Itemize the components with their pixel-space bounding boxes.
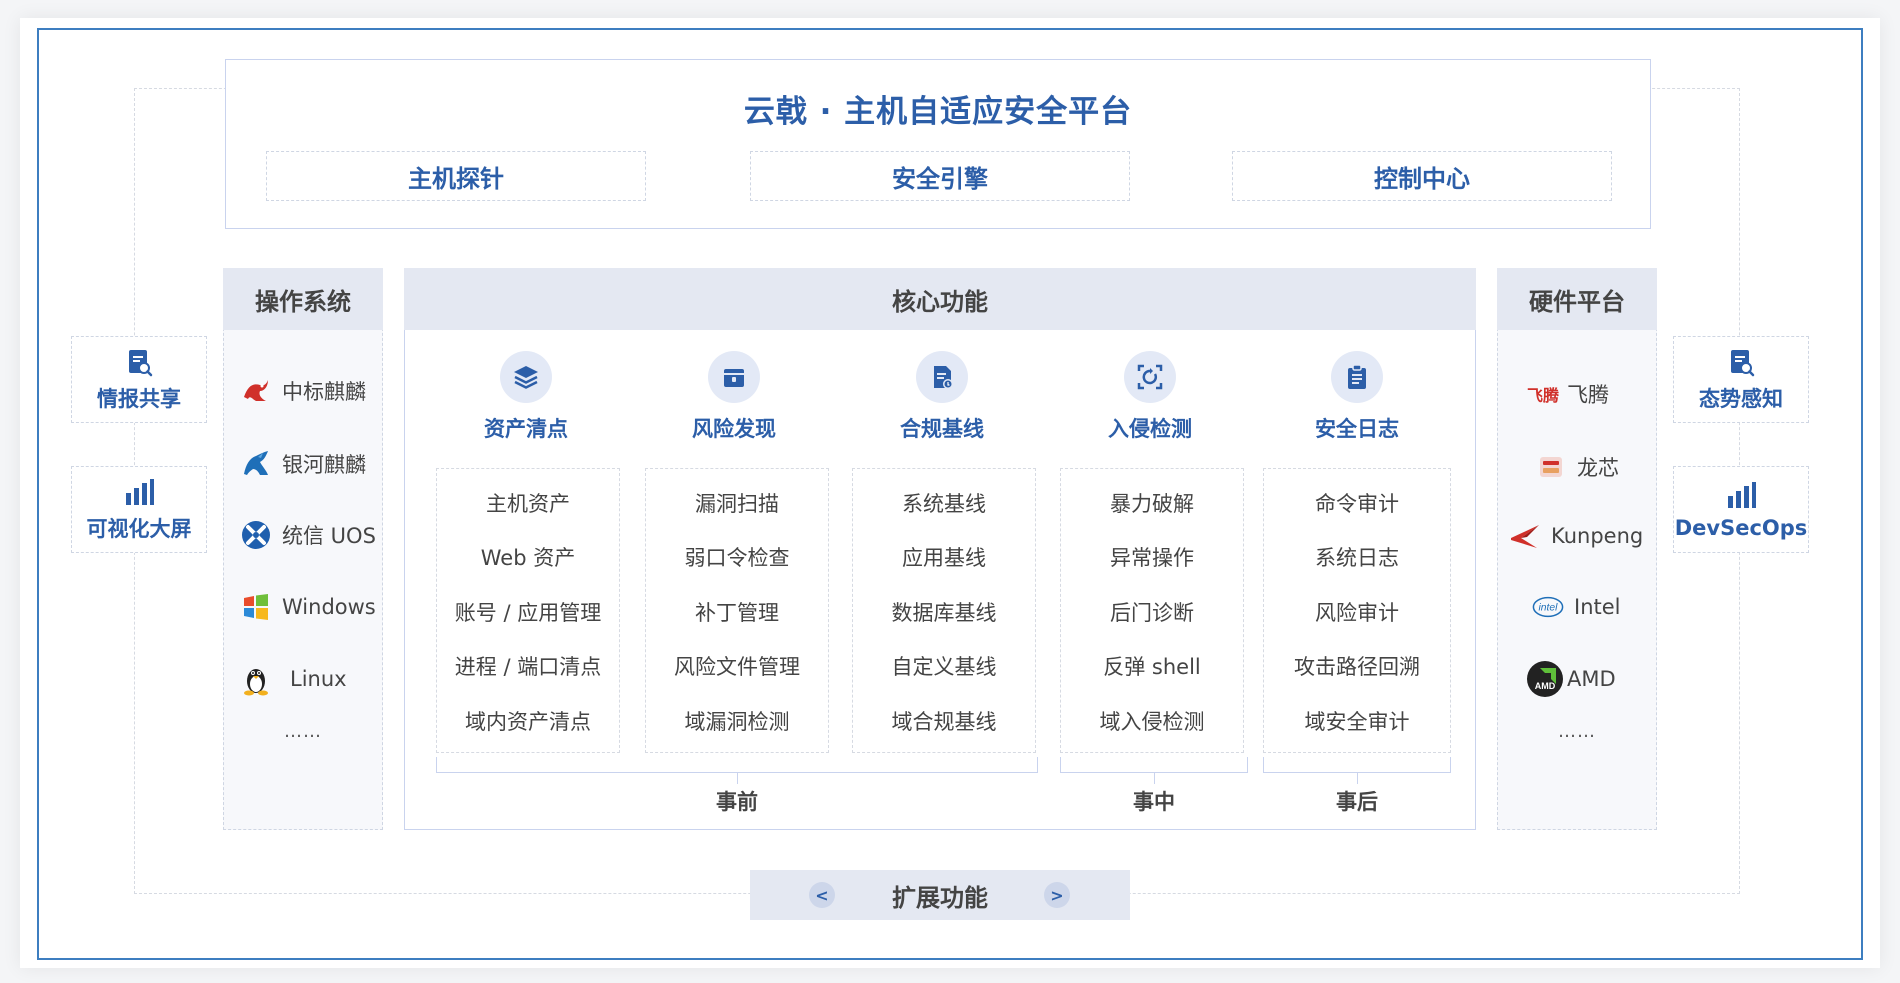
extension-next-button[interactable]: > — [1044, 882, 1070, 908]
os-item-kylin[interactable]: 银河麒麟 — [240, 444, 366, 484]
platform-title: 云戟 · 主机自适应安全平台 — [743, 93, 1133, 130]
feature-item[interactable]: 命令审计 — [1263, 485, 1451, 521]
category-intrusion: 入侵检测 — [1108, 417, 1192, 441]
os-more: …… — [284, 720, 322, 742]
hw-item-intel[interactable]: intel Intel — [1532, 587, 1621, 627]
phase-during: 事中 — [1133, 790, 1175, 814]
uos-icon — [240, 519, 272, 551]
feature-item[interactable]: Web 资产 — [436, 539, 620, 575]
phase-bracket-before — [436, 757, 1038, 773]
feature-item[interactable]: 攻击路径回溯 — [1263, 648, 1451, 684]
category-risk: 风险发现 — [692, 417, 776, 441]
extension-prev-button[interactable]: < — [809, 882, 835, 908]
phase-bracket-during — [1060, 757, 1248, 773]
module-security-engine[interactable]: 安全引擎 — [750, 151, 1130, 201]
feature-item[interactable]: 域入侵检测 — [1060, 703, 1244, 739]
feature-item[interactable]: 应用基线 — [852, 539, 1036, 575]
ext-intel-sharing[interactable]: 情报共享 — [71, 336, 207, 423]
windows-icon — [240, 591, 272, 623]
phase-before: 事前 — [716, 790, 758, 814]
feature-item[interactable]: 数据库基线 — [852, 594, 1036, 630]
feature-item[interactable]: 风险审计 — [1263, 594, 1451, 630]
phase-connector — [1154, 773, 1155, 784]
core-title: 核心功能 — [404, 268, 1476, 330]
feature-item[interactable]: 后门诊断 — [1060, 594, 1244, 630]
feature-item[interactable]: 域内资产清点 — [436, 703, 620, 739]
os-item-linux[interactable]: Linux — [240, 659, 347, 699]
ext-devsecops[interactable]: DevSecOps — [1673, 466, 1809, 553]
ext-label: 情报共享 — [97, 386, 181, 411]
linux-penguin-icon — [240, 663, 272, 696]
hw-item-feiteng[interactable]: 飞腾 飞腾 — [1527, 374, 1609, 414]
phase-after: 事后 — [1336, 790, 1378, 814]
amd-logo-icon: AMD — [1527, 661, 1563, 697]
intel-logo-icon: intel — [1532, 591, 1564, 623]
phase-connector — [1357, 773, 1358, 784]
dragon-icon — [240, 375, 272, 407]
module-host-probe[interactable]: 主机探针 — [266, 151, 646, 201]
search-report-icon — [1731, 349, 1755, 376]
os-item-windows[interactable]: Windows — [240, 587, 376, 627]
clipboard-log-icon — [1331, 351, 1383, 403]
feiteng-logo-icon: 飞腾 — [1527, 386, 1560, 405]
feature-item[interactable]: 系统基线 — [852, 485, 1036, 521]
feature-item[interactable]: 自定义基线 — [852, 648, 1036, 684]
kunpeng-icon — [1509, 520, 1541, 552]
layers-icon — [500, 351, 552, 403]
svg-text:AMD: AMD — [1535, 681, 1556, 691]
feature-item[interactable]: 暴力破解 — [1060, 485, 1244, 521]
phase-connector — [737, 773, 738, 784]
extension-label: 扩展功能 — [892, 883, 988, 912]
feature-item[interactable]: 弱口令检查 — [645, 539, 829, 575]
feature-item[interactable]: 进程 / 端口清点 — [436, 648, 620, 684]
os-item-uos[interactable]: 统信 UOS — [240, 515, 376, 555]
svg-text:intel: intel — [1539, 602, 1559, 613]
hw-item-loongson[interactable]: 龙芯 — [1535, 447, 1619, 487]
ext-label: 可视化大屏 — [86, 516, 192, 541]
phase-bracket-after — [1263, 757, 1451, 773]
loongson-chip-icon — [1535, 451, 1567, 483]
ext-situation-awareness[interactable]: 态势感知 — [1673, 336, 1809, 423]
feature-item[interactable]: 域合规基线 — [852, 703, 1036, 739]
hw-item-kunpeng[interactable]: Kunpeng — [1509, 516, 1643, 556]
platform-box — [225, 59, 1651, 229]
feature-item[interactable]: 系统日志 — [1263, 539, 1451, 575]
intrusion-scan-icon — [1124, 351, 1176, 403]
feature-item[interactable]: 异常操作 — [1060, 539, 1244, 575]
extension-bar: 扩展功能 — [750, 870, 1130, 920]
feature-item[interactable]: 域漏洞检测 — [645, 703, 829, 739]
category-log: 安全日志 — [1315, 417, 1399, 441]
feature-item[interactable]: 主机资产 — [436, 485, 620, 521]
bar-chart-icon — [126, 478, 154, 505]
category-assets: 资产清点 — [484, 417, 568, 441]
feature-item[interactable]: 域安全审计 — [1263, 703, 1451, 739]
feature-item[interactable]: 反弹 shell — [1060, 648, 1244, 684]
search-report-icon — [129, 349, 153, 376]
briefcase-icon — [708, 351, 760, 403]
feature-item[interactable]: 账号 / 应用管理 — [436, 594, 620, 630]
hardware-title: 硬件平台 — [1497, 268, 1657, 330]
ext-visual-screen[interactable]: 可视化大屏 — [71, 466, 207, 553]
document-check-icon — [916, 351, 968, 403]
os-item-neokylin[interactable]: 中标麒麟 — [240, 371, 366, 411]
feature-item[interactable]: 风险文件管理 — [645, 648, 829, 684]
feature-item[interactable]: 补丁管理 — [645, 594, 829, 630]
os-title: 操作系统 — [223, 268, 383, 330]
module-control-center[interactable]: 控制中心 — [1232, 151, 1612, 201]
feature-item[interactable]: 漏洞扫描 — [645, 485, 829, 521]
ext-label: 态势感知 — [1699, 386, 1783, 411]
ext-label: DevSecOps — [1674, 515, 1808, 540]
category-compliance: 合规基线 — [900, 417, 984, 441]
hardware-more: …… — [1558, 720, 1596, 742]
kylin-icon — [240, 448, 272, 480]
bar-chart-icon — [1728, 481, 1756, 508]
hw-item-amd[interactable]: AMD AMD — [1527, 659, 1616, 699]
